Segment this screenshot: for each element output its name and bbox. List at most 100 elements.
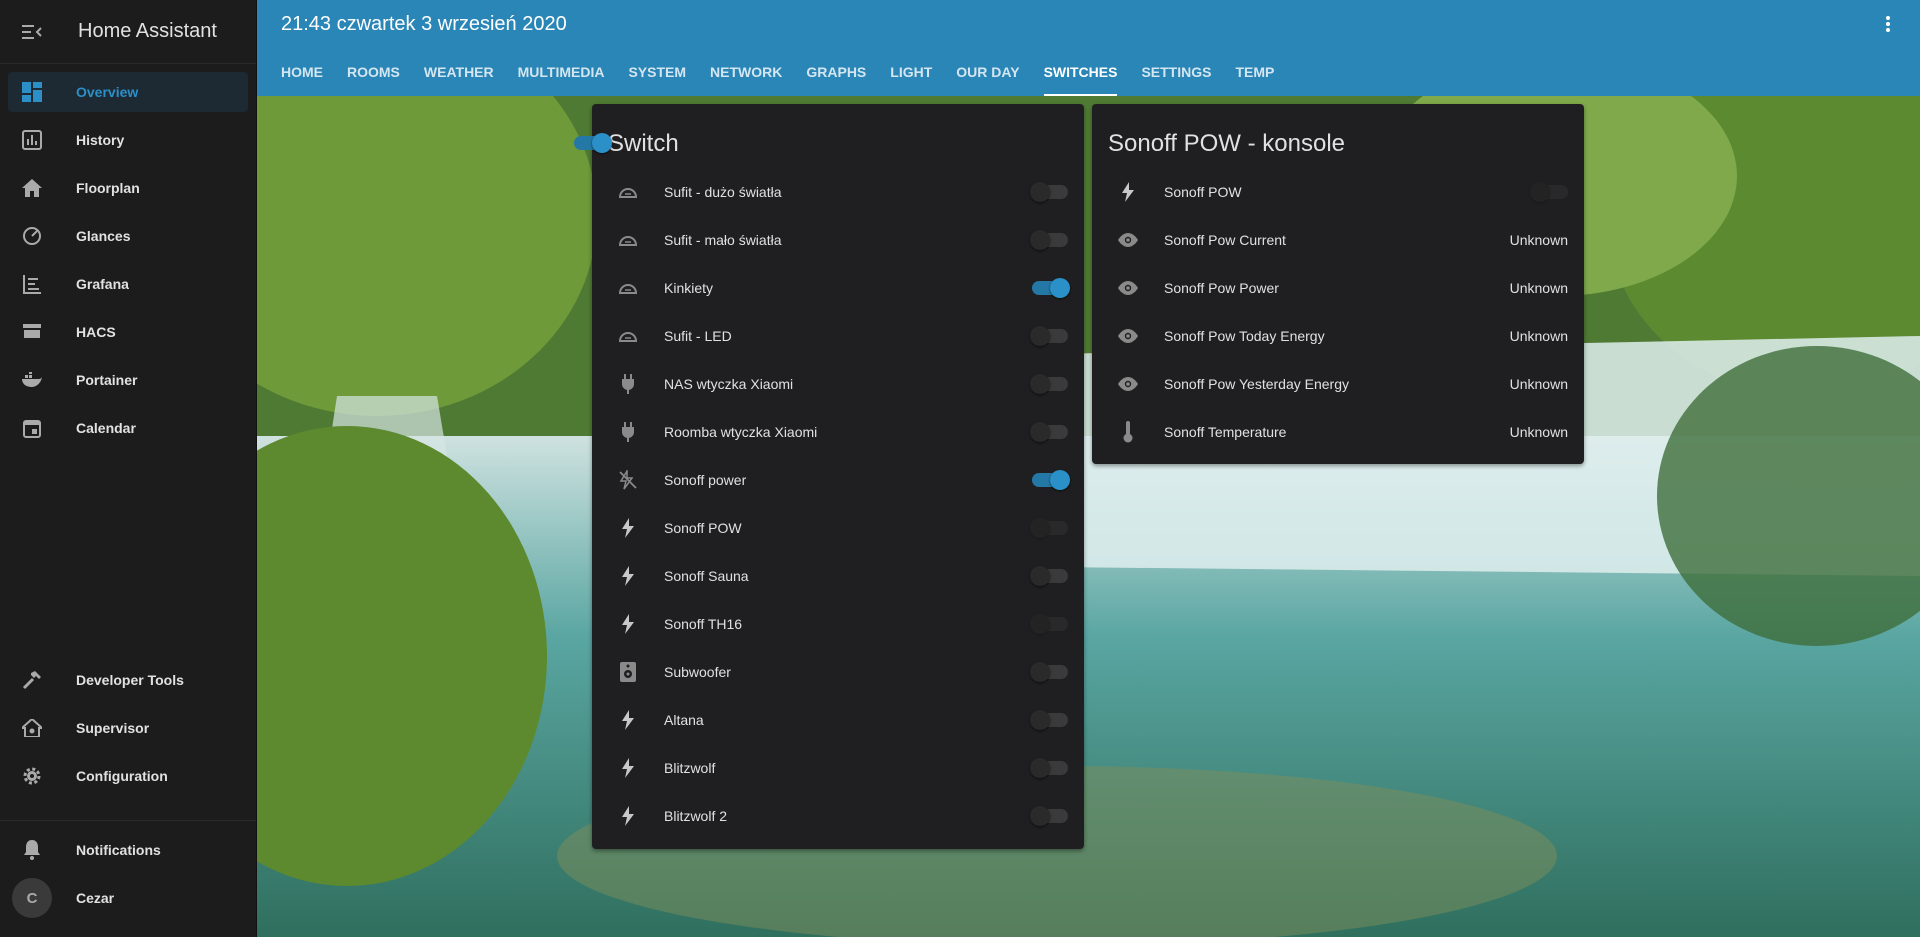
sidebar-item-developer-tools[interactable]: Developer Tools [8, 660, 248, 700]
entity-row[interactable]: Altana [592, 696, 1084, 744]
tab-light[interactable]: LIGHT [878, 48, 944, 96]
entity-row[interactable]: Sonoff Pow Current Unknown [1092, 216, 1584, 264]
entity-row[interactable]: NAS wtyczka Xiaomi [592, 360, 1084, 408]
entity-name[interactable]: Sonoff POW [664, 520, 1032, 536]
entity-row[interactable]: Sufit - LED [592, 312, 1084, 360]
tab-settings[interactable]: SETTINGS [1129, 48, 1223, 96]
sidebar-item-floorplan[interactable]: Floorplan [8, 168, 248, 208]
entity-name[interactable]: Roomba wtyczka Xiaomi [664, 424, 1032, 440]
entity-toggle[interactable] [1030, 806, 1068, 826]
tab-switches[interactable]: SWITCHES [1032, 48, 1130, 96]
sidebar-item-portainer[interactable]: Portainer [8, 360, 248, 400]
sidebar-item-notifications[interactable]: Notifications [8, 830, 248, 870]
entity-row[interactable]: Blitzwolf 2 [592, 792, 1084, 840]
entity-name[interactable]: NAS wtyczka Xiaomi [664, 376, 1032, 392]
entity-name[interactable]: Sonoff power [664, 472, 1032, 488]
entity-row[interactable]: Roomba wtyczka Xiaomi [592, 408, 1084, 456]
ceiling-light-icon[interactable] [608, 268, 648, 308]
entity-row[interactable]: Sonoff TH16 [592, 600, 1084, 648]
entity-name[interactable]: Blitzwolf [664, 760, 1032, 776]
flash-off-icon[interactable] [608, 460, 648, 500]
sidebar-item-glances[interactable]: Glances [8, 216, 248, 256]
sidebar-item-user[interactable]: C Cezar [8, 878, 248, 918]
entity-name[interactable]: Altana [664, 712, 1032, 728]
entity-name[interactable]: Sonoff TH16 [664, 616, 1032, 632]
power-plug-icon[interactable] [608, 412, 648, 452]
entity-row[interactable]: Sufit - mało światła [592, 216, 1084, 264]
sidebar-item-history[interactable]: History [8, 120, 248, 160]
tab-temp[interactable]: TEMP [1223, 48, 1286, 96]
tab-home[interactable]: HOME [269, 48, 335, 96]
sidebar-item-configuration[interactable]: Configuration [8, 756, 248, 796]
entity-name[interactable]: Sonoff POW [1164, 184, 1532, 200]
tab-network[interactable]: NETWORK [698, 48, 794, 96]
entity-toggle[interactable] [1030, 758, 1068, 778]
tab-graphs[interactable]: GRAPHS [794, 48, 878, 96]
entity-name[interactable]: Sonoff Pow Current [1164, 232, 1510, 248]
flash-icon[interactable] [608, 700, 648, 740]
entity-toggle[interactable] [1030, 710, 1068, 730]
flash-icon[interactable] [608, 748, 648, 788]
entity-row[interactable]: Sufit - dużo światła [592, 168, 1084, 216]
entity-row[interactable]: Sonoff POW [592, 504, 1084, 552]
sidebar-item-overview[interactable]: Overview [8, 72, 248, 112]
tab-system[interactable]: SYSTEM [616, 48, 698, 96]
entity-name[interactable]: Sonoff Temperature [1164, 424, 1510, 440]
tab-rooms[interactable]: ROOMS [335, 48, 412, 96]
entity-row[interactable]: Sonoff Pow Yesterday Energy Unknown [1092, 360, 1584, 408]
sidebar-item-supervisor[interactable]: Supervisor [8, 708, 248, 748]
header-toggle[interactable] [574, 133, 612, 153]
entity-toggle[interactable] [1030, 230, 1068, 250]
entity-name[interactable]: Sonoff Pow Yesterday Energy [1164, 376, 1510, 392]
entity-row[interactable]: Subwoofer [592, 648, 1084, 696]
entity-toggle[interactable] [1030, 182, 1068, 202]
entity-name[interactable]: Subwoofer [664, 664, 1032, 680]
entity-toggle[interactable] [1030, 566, 1068, 586]
eye-icon[interactable] [1108, 220, 1148, 260]
entity-toggle[interactable] [1030, 422, 1068, 442]
entity-name[interactable]: Sufit - LED [664, 328, 1032, 344]
ceiling-light-icon[interactable] [608, 172, 648, 212]
entity-row[interactable]: Sonoff POW [1092, 168, 1584, 216]
sidebar-item-grafana[interactable]: Grafana [8, 264, 248, 304]
thermometer-icon[interactable] [1108, 412, 1148, 452]
entity-row[interactable]: Sonoff Temperature Unknown [1092, 408, 1584, 456]
entity-name[interactable]: Sufit - dużo światła [664, 184, 1032, 200]
ceiling-light-icon[interactable] [608, 316, 648, 356]
eye-icon[interactable] [1108, 316, 1148, 356]
speaker-icon[interactable] [608, 652, 648, 692]
entity-name[interactable]: Kinkiety [664, 280, 1032, 296]
entity-name[interactable]: Sonoff Pow Power [1164, 280, 1510, 296]
eye-icon[interactable] [1108, 268, 1148, 308]
menu-collapse-icon[interactable] [20, 20, 44, 44]
entity-row[interactable]: Sonoff power [592, 456, 1084, 504]
tab-our-day[interactable]: OUR DAY [944, 48, 1031, 96]
eye-icon[interactable] [1108, 364, 1148, 404]
entity-toggle[interactable] [1030, 662, 1068, 682]
entity-row[interactable]: Sonoff Pow Power Unknown [1092, 264, 1584, 312]
entity-toggle[interactable] [1032, 470, 1070, 490]
entity-toggle[interactable] [1032, 278, 1070, 298]
entity-row[interactable]: Blitzwolf [592, 744, 1084, 792]
flash-icon[interactable] [1108, 172, 1148, 212]
entity-row[interactable]: Sonoff Pow Today Energy Unknown [1092, 312, 1584, 360]
flash-icon[interactable] [608, 556, 648, 596]
entity-row[interactable]: Sonoff Sauna [592, 552, 1084, 600]
sidebar-item-hacs[interactable]: HACS [8, 312, 248, 352]
entity-name[interactable]: Sonoff Sauna [664, 568, 1032, 584]
more-vert-icon[interactable] [1876, 12, 1900, 36]
entity-name[interactable]: Sufit - mało światła [664, 232, 1032, 248]
flash-icon[interactable] [608, 508, 648, 548]
entity-toggle[interactable] [1030, 326, 1068, 346]
tab-multimedia[interactable]: MULTIMEDIA [506, 48, 617, 96]
entity-row[interactable]: Kinkiety [592, 264, 1084, 312]
entity-name[interactable]: Sonoff Pow Today Energy [1164, 328, 1510, 344]
flash-icon[interactable] [608, 796, 648, 836]
entity-name[interactable]: Blitzwolf 2 [664, 808, 1032, 824]
flash-icon[interactable] [608, 604, 648, 644]
tab-weather[interactable]: WEATHER [412, 48, 506, 96]
power-plug-icon[interactable] [608, 364, 648, 404]
ceiling-light-icon[interactable] [608, 220, 648, 260]
sidebar-item-calendar[interactable]: Calendar [8, 408, 248, 448]
entity-toggle[interactable] [1030, 374, 1068, 394]
